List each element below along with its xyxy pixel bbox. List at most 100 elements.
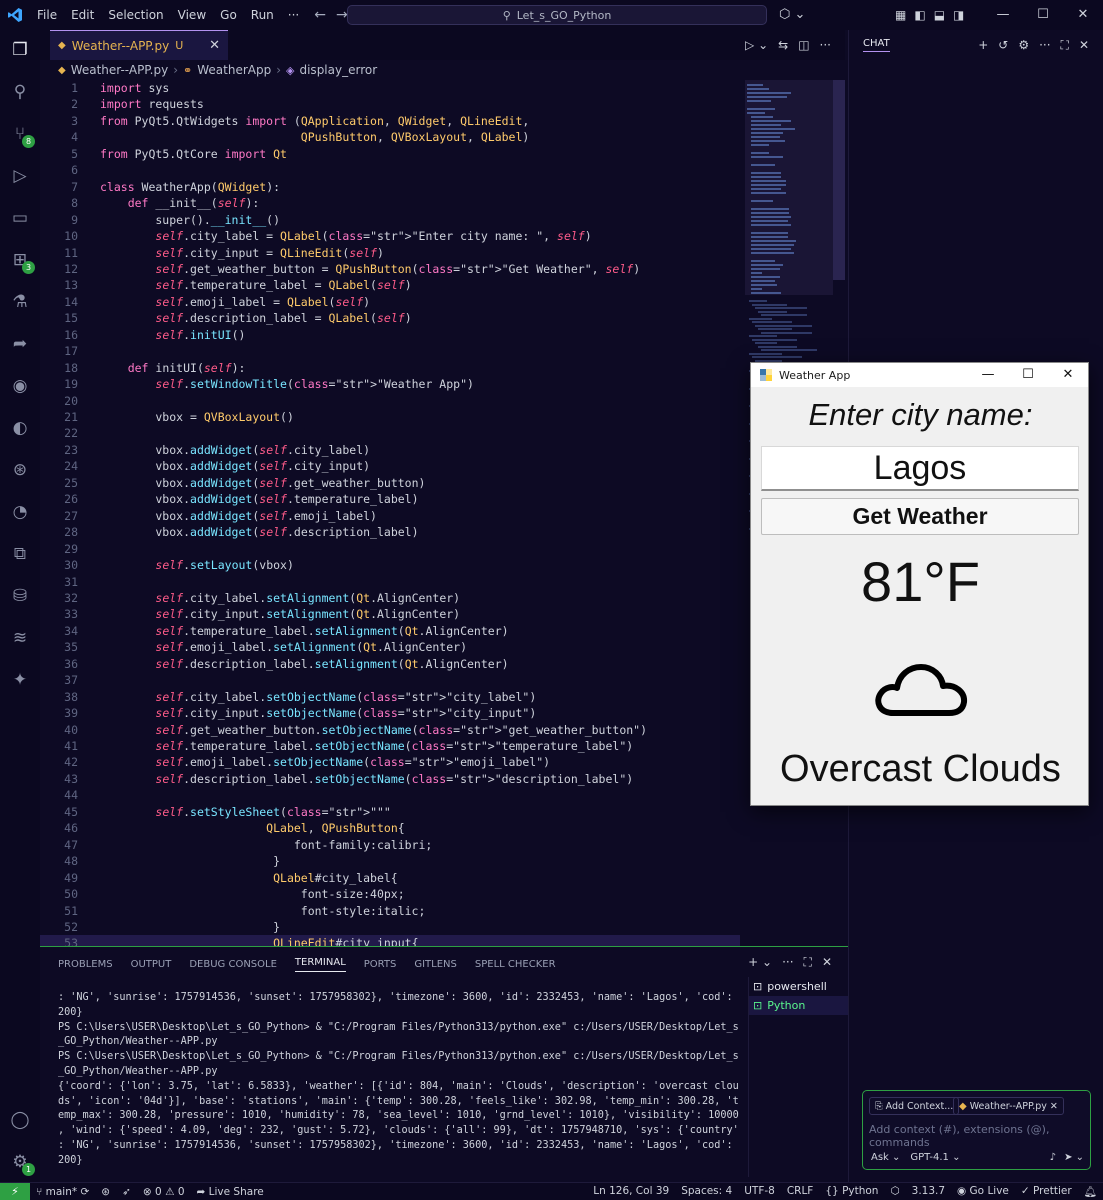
minimize-button[interactable]: —	[983, 0, 1023, 30]
tab-terminal[interactable]: TERMINAL	[294, 957, 346, 972]
code-line[interactable]: 9 super().__init__()	[40, 212, 740, 228]
maximize-button[interactable]: ☐	[1023, 0, 1063, 30]
explorer-icon[interactable]: ❐	[8, 38, 32, 62]
testing-icon[interactable]: ⚗	[8, 290, 32, 314]
terminal-python[interactable]: ⊡ Python	[749, 996, 848, 1015]
code-line[interactable]: 34 self.temperature_label.setAlignment(Q…	[40, 623, 740, 639]
rocket-icon[interactable]: ➶	[116, 1186, 137, 1198]
close-button[interactable]: ✕	[1063, 0, 1103, 30]
toggle-sidebar-icon[interactable]: ◧	[914, 8, 925, 22]
code-line[interactable]: 17	[40, 343, 740, 359]
code-line[interactable]: 19 self.setWindowTitle(class="str">"Weat…	[40, 376, 740, 392]
code-line[interactable]: 40 self.get_weather_button.setObjectName…	[40, 722, 740, 738]
code-line[interactable]: 26 vbox.addWidget(self.temperature_label…	[40, 491, 740, 507]
code-line[interactable]: 50 font-size:40px;	[40, 886, 740, 902]
tab-debug-console[interactable]: DEBUG CONSOLE	[189, 959, 277, 970]
get-weather-button[interactable]: Get Weather	[761, 498, 1079, 535]
customize-layout-icon[interactable]: ▦	[895, 8, 906, 22]
menu-view[interactable]: View	[171, 0, 213, 30]
close-icon[interactable]: ✕	[1079, 38, 1089, 53]
back-arrow-icon[interactable]: ←	[314, 7, 326, 23]
maximize-panel-icon[interactable]: ⛶	[804, 955, 812, 970]
code-line[interactable]: 6	[40, 162, 740, 178]
copilot-icon[interactable]: ⬡ ⌄	[779, 7, 805, 22]
code-line[interactable]: 44	[40, 787, 740, 803]
gitlens-status-icon[interactable]: ⊛	[95, 1186, 116, 1198]
code-line[interactable]: 7 class WeatherApp(QWidget):	[40, 179, 740, 195]
code-line[interactable]: 37	[40, 672, 740, 688]
editor-scrollbar[interactable]	[833, 80, 845, 280]
code-line[interactable]: 3 from PyQt5.QtWidgets import (QApplicati…	[40, 113, 740, 129]
search-view-icon[interactable]: ⚲	[8, 80, 32, 104]
menu-go[interactable]: Go	[213, 0, 244, 30]
code-line[interactable]: 38 self.city_label.setObjectName(class="…	[40, 689, 740, 705]
code-line[interactable]: 30 self.setLayout(vbox)	[40, 557, 740, 573]
remote-explorer-icon[interactable]: ▭	[8, 206, 32, 230]
gear-icon[interactable]: ⚙	[1018, 38, 1029, 53]
new-terminal-icon[interactable]: + ⌄	[748, 955, 772, 970]
run-file-icon[interactable]: ▷ ⌄	[745, 38, 768, 52]
gitlens-icon[interactable]: ⊛	[8, 458, 32, 482]
code-line[interactable]: 32 self.city_label.setAlignment(Qt.Align…	[40, 590, 740, 606]
tab-spell-checker[interactable]: SPELL CHECKER	[475, 959, 556, 970]
code-line[interactable]: 24 vbox.addWidget(self.city_input)	[40, 458, 740, 474]
edge-icon[interactable]: ◐	[8, 416, 32, 440]
code-line[interactable]: 13 self.temperature_label = QLabel(self)	[40, 277, 740, 293]
send-icon[interactable]: ➤ ⌄	[1064, 1152, 1084, 1163]
breadcrumb-file[interactable]: Weather--APP.py	[71, 63, 169, 77]
run-debug-icon[interactable]: ▷	[8, 164, 32, 188]
code-line[interactable]: 12 self.get_weather_button = QPushButton…	[40, 261, 740, 277]
code-line[interactable]: 41 self.temperature_label.setObjectName(…	[40, 738, 740, 754]
toggle-panel-icon[interactable]: ⬓	[934, 8, 945, 22]
compare-icon[interactable]: ⇆	[778, 38, 788, 52]
code-line[interactable]: 48 }	[40, 853, 740, 869]
chat-mode-dropdown[interactable]: Ask ⌄	[871, 1152, 900, 1163]
code-editor[interactable]: 1 import sys 2 import requests 3 from PyQt5.Q…	[40, 80, 740, 946]
line-endings[interactable]: CRLF	[781, 1185, 820, 1198]
code-line[interactable]: 23 vbox.addWidget(self.city_label)	[40, 442, 740, 458]
code-line[interactable]: 4 QPushButton, QVBoxLayout, QLabel)	[40, 129, 740, 145]
code-line[interactable]: 21 vbox = QVBoxLayout()	[40, 409, 740, 425]
language-mode[interactable]: {} Python	[819, 1185, 884, 1198]
encoding[interactable]: UTF-8	[738, 1185, 781, 1198]
code-line[interactable]: 53 QLineEdit#city_input{	[40, 935, 740, 946]
code-line[interactable]: 1 import sys	[40, 80, 740, 96]
city-input[interactable]: Lagos	[761, 446, 1079, 491]
tab-problems[interactable]: PROBLEMS	[58, 959, 113, 970]
terminal-powershell[interactable]: ⊡ powershell	[749, 977, 848, 996]
code-line[interactable]: 51 font-style:italic;	[40, 903, 740, 919]
code-line[interactable]: 36 self.description_label.setAlignment(Q…	[40, 656, 740, 672]
code-line[interactable]: 39 self.city_input.setObjectName(class="…	[40, 705, 740, 721]
copilot-status-icon[interactable]: ⬡	[884, 1185, 905, 1198]
maximize-icon[interactable]: ⛶	[1061, 38, 1069, 53]
split-editor-icon[interactable]: ◫	[798, 38, 809, 52]
live-share-icon[interactable]: ➦	[8, 332, 32, 356]
branch-indicator[interactable]: ⑂ main* ⟳	[30, 1186, 95, 1198]
code-line[interactable]: 35 self.emoji_label.setAlignment(Qt.Alig…	[40, 639, 740, 655]
jupyter-icon[interactable]: ✦	[8, 668, 32, 692]
more-icon[interactable]: ···	[1039, 38, 1050, 53]
qt-close-button[interactable]: ✕	[1048, 363, 1088, 387]
code-line[interactable]: 52 }	[40, 919, 740, 935]
code-line[interactable]: 31	[40, 574, 740, 590]
model-dropdown[interactable]: GPT-4.1 ⌄	[910, 1152, 960, 1163]
code-line[interactable]: 33 self.city_input.setAlignment(Qt.Align…	[40, 606, 740, 622]
code-line[interactable]: 42 self.emoji_label.setObjectName(class=…	[40, 754, 740, 770]
live-share-status[interactable]: ➦ Live Share	[191, 1186, 270, 1198]
cursor-position[interactable]: Ln 126, Col 39	[587, 1185, 675, 1198]
timeline-icon[interactable]: ◔	[8, 500, 32, 524]
breadcrumb-method[interactable]: display_error	[299, 63, 377, 77]
tab-ports[interactable]: PORTS	[364, 959, 397, 970]
code-line[interactable]: 46 QLabel, QPushButton{	[40, 820, 740, 836]
menu-edit[interactable]: Edit	[64, 0, 101, 30]
menu-more[interactable]: ···	[281, 0, 306, 30]
menu-selection[interactable]: Selection	[101, 0, 170, 30]
microphone-icon[interactable]: ♪	[1050, 1152, 1056, 1163]
code-line[interactable]: 2 import requests	[40, 96, 740, 112]
go-live-button[interactable]: ◉ Go Live	[951, 1185, 1015, 1198]
breadcrumb-class[interactable]: WeatherApp	[197, 63, 271, 77]
file-context-chip[interactable]: ◆ Weather--APP.py ✕	[953, 1097, 1064, 1115]
github-icon[interactable]: ◉	[8, 374, 32, 398]
tab-gitlens[interactable]: GITLENS	[414, 959, 457, 970]
code-line[interactable]: 18 def initUI(self):	[40, 360, 740, 376]
